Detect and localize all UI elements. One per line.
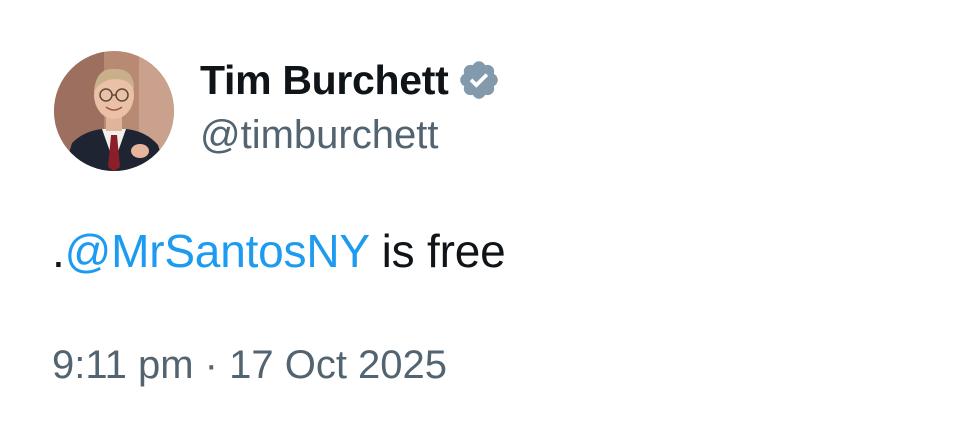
tweet-text: .@MrSantosNY is free [52, 224, 506, 279]
avatar[interactable] [54, 51, 174, 171]
verified-badge-icon [457, 58, 501, 102]
timestamp-separator: · [193, 343, 230, 387]
tweet-time[interactable]: 9:11 pm [52, 343, 194, 387]
profile-photo-image [54, 51, 174, 171]
mention-link[interactable]: @MrSantosNY [65, 225, 370, 277]
author-handle[interactable]: @timburchett [200, 115, 438, 155]
timestamp-row: 9:11 pm · 17 Oct 2025 [52, 341, 447, 389]
tweet-text-suffix: is free [369, 225, 506, 277]
tweet-date[interactable]: 17 Oct 2025 [229, 343, 447, 387]
author-name-row[interactable]: Tim Burchett [200, 52, 501, 108]
display-name[interactable]: Tim Burchett [200, 59, 449, 101]
tweet-card: Tim Burchett @timburchett .@MrSantosNY i… [0, 0, 959, 442]
tweet-text-prefix: . [52, 225, 65, 277]
